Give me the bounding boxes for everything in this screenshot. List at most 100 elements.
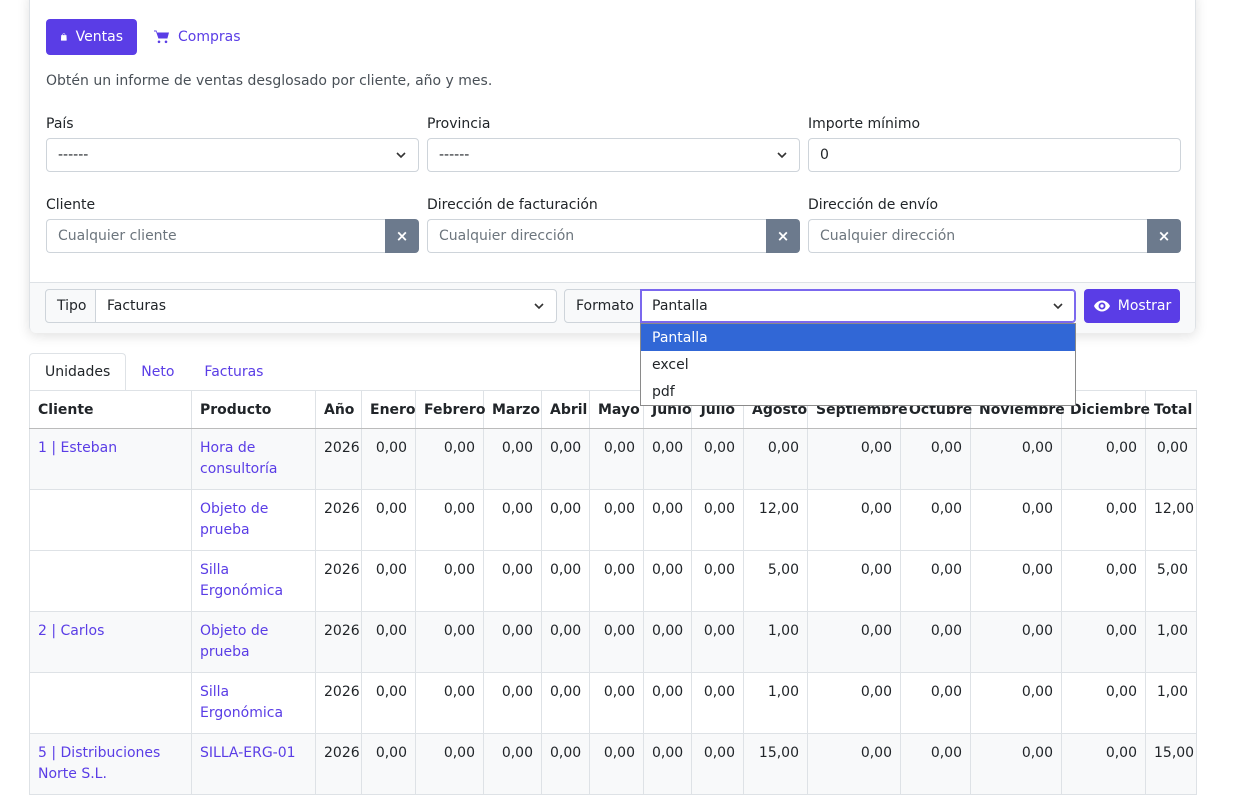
clear-billing-address-button[interactable]: ×: [766, 219, 800, 253]
month-value-cell: 0,00: [361, 611, 416, 673]
product-link[interactable]: Objeto de prueba: [191, 489, 316, 551]
month-value-cell: 0,00: [541, 428, 590, 490]
min-amount-input[interactable]: 0: [808, 138, 1181, 172]
month-value-cell: 0,00: [900, 672, 971, 734]
month-value-cell: 0,00: [483, 489, 542, 551]
shopping-cart-icon: [154, 30, 169, 44]
sales-label: Ventas: [75, 29, 123, 45]
product-link[interactable]: SILLA-ERG-01: [191, 733, 316, 795]
month-value-cell: 0,00: [483, 733, 542, 795]
product-link[interactable]: Silla Ergonómica: [191, 672, 316, 734]
month-value-cell: 0,00: [643, 733, 692, 795]
show-button[interactable]: Mostrar: [1084, 289, 1180, 323]
month-value-cell: 12,00: [743, 489, 808, 551]
column-header: Mayo: [589, 390, 644, 429]
type-select[interactable]: Facturas: [95, 289, 557, 323]
shipping-address-input[interactable]: Cualquier dirección: [808, 219, 1147, 253]
month-value-cell: 0,00: [807, 611, 901, 673]
clear-customer-button[interactable]: ×: [385, 219, 419, 253]
month-value-cell: 0,00: [1061, 672, 1146, 734]
total-cell: 1,00: [1145, 611, 1197, 673]
month-value-cell: 5,00: [743, 550, 808, 612]
eye-icon: [1093, 300, 1110, 312]
report-description: Obtén un informe de ventas desglosado po…: [46, 73, 493, 89]
month-value-cell: 0,00: [900, 611, 971, 673]
customer-input[interactable]: Cualquier cliente: [46, 219, 385, 253]
month-value-cell: 0,00: [643, 672, 692, 734]
tab-facturas[interactable]: Facturas: [189, 353, 278, 391]
month-value-cell: 0,00: [541, 672, 590, 734]
customer-link[interactable]: 5 | Distribuciones Norte S.L.: [29, 733, 192, 795]
min-amount-value: 0: [820, 147, 829, 163]
year-cell: 2026: [315, 550, 362, 612]
column-header: Marzo: [483, 390, 542, 429]
month-value-cell: 0,00: [483, 611, 542, 673]
format-option-pdf[interactable]: pdf: [641, 378, 1075, 405]
month-value-cell: 0,00: [691, 550, 744, 612]
month-value-cell: 0,00: [415, 550, 484, 612]
customer-link[interactable]: 2 | Carlos: [29, 611, 192, 673]
total-cell: 1,00: [1145, 672, 1197, 734]
month-value-cell: 0,00: [743, 428, 808, 490]
type-label: Tipo: [57, 298, 87, 314]
purchases-tab-button[interactable]: Compras: [150, 19, 245, 55]
column-header: Año: [315, 390, 362, 429]
billing-address-placeholder: Cualquier dirección: [439, 228, 575, 244]
clear-shipping-address-button[interactable]: ×: [1147, 219, 1181, 253]
shopping-bag-icon: [60, 33, 67, 41]
format-value: Pantalla: [652, 298, 708, 314]
month-value-cell: 0,00: [589, 550, 644, 612]
format-option-pantalla[interactable]: Pantalla: [641, 324, 1075, 351]
month-value-cell: 0,00: [483, 672, 542, 734]
customer-label: Cliente: [46, 197, 96, 213]
month-value-cell: 0,00: [589, 428, 644, 490]
chevron-down-icon: [777, 152, 787, 159]
format-dropdown: Pantalla excel pdf: [640, 323, 1076, 406]
product-link[interactable]: Hora de consultoría: [191, 428, 316, 490]
month-value-cell: 0,00: [691, 733, 744, 795]
month-value-cell: 0,00: [1061, 489, 1146, 551]
product-link[interactable]: Silla Ergonómica: [191, 550, 316, 612]
table-row: 2 | Carlos Objeto de prueba 2026 0,00 0,00 0,…: [29, 611, 1197, 673]
customer-link[interactable]: 1 | Esteban: [29, 428, 192, 490]
month-value-cell: 0,00: [415, 428, 484, 490]
product-link[interactable]: Objeto de prueba: [191, 611, 316, 673]
billing-address-input[interactable]: Cualquier dirección: [427, 219, 766, 253]
format-label: Formato: [576, 298, 634, 314]
results-tabs: Unidades Neto Facturas: [29, 353, 278, 391]
close-icon: ×: [1157, 227, 1171, 245]
month-value-cell: 0,00: [691, 428, 744, 490]
month-value-cell: 1,00: [743, 672, 808, 734]
month-value-cell: 0,00: [691, 489, 744, 551]
country-select[interactable]: ------: [46, 138, 419, 172]
customer-link: [29, 672, 192, 734]
month-value-cell: 0,00: [691, 611, 744, 673]
column-header: Total: [1145, 390, 1197, 429]
format-select[interactable]: Pantalla: [640, 289, 1076, 323]
month-value-cell: 0,00: [415, 611, 484, 673]
country-label: País: [46, 116, 74, 132]
province-value: ------: [439, 147, 470, 163]
show-label: Mostrar: [1117, 298, 1172, 314]
month-value-cell: 0,00: [691, 672, 744, 734]
month-value-cell: 0,00: [541, 611, 590, 673]
report-table: Cliente Producto Año Enero Febrero Marzo Abril…: [29, 390, 1197, 795]
sales-tab-button[interactable]: Ventas: [46, 19, 137, 55]
year-cell: 2026: [315, 611, 362, 673]
month-value-cell: 0,00: [589, 733, 644, 795]
province-select[interactable]: ------: [427, 138, 800, 172]
table-row: 1 | Esteban Hora de consultoría 2026 0,00 0,…: [29, 428, 1197, 490]
tab-unidades[interactable]: Unidades: [29, 353, 127, 391]
close-icon: ×: [776, 227, 790, 245]
column-header: Enero: [361, 390, 416, 429]
customer-link: [29, 550, 192, 612]
month-value-cell: 0,00: [541, 489, 590, 551]
shipping-address-input-group: Cualquier dirección ×: [808, 219, 1181, 253]
province-label: Provincia: [427, 116, 491, 132]
type-addon: Tipo: [45, 289, 96, 323]
format-option-excel[interactable]: excel: [641, 351, 1075, 378]
column-header: Cliente: [29, 390, 192, 429]
tab-neto[interactable]: Neto: [126, 353, 189, 391]
month-value-cell: 0,00: [415, 489, 484, 551]
month-value-cell: 0,00: [807, 733, 901, 795]
